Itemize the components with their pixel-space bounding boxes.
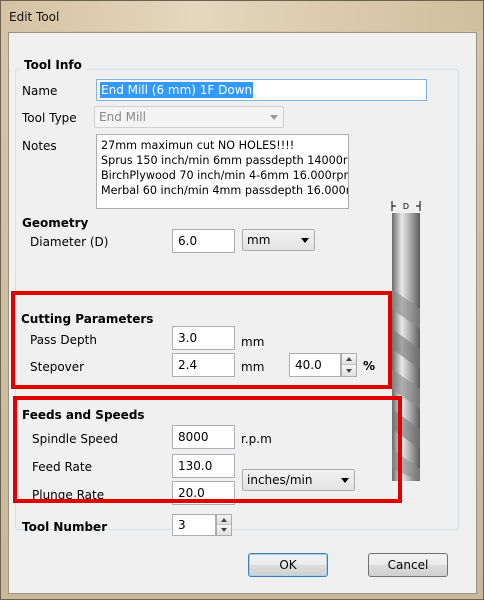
notes-line: 27mm maximun cut NO HOLES!!!! — [101, 139, 295, 152]
tool-type-value: End Mill — [99, 110, 146, 124]
tool-type-select[interactable]: End Mill — [94, 106, 284, 128]
arrow-up-icon — [221, 517, 227, 522]
tool-number-input[interactable]: 3 — [172, 514, 216, 536]
name-input[interactable]: End Mill (6 mm) 1F Down — [96, 79, 427, 101]
tool-number-label: Tool Number — [22, 520, 108, 534]
geometry-heading: Geometry — [22, 216, 89, 230]
tool-info-heading: Tool Info — [20, 58, 86, 72]
tool-type-label: Tool Type — [22, 111, 77, 125]
cancel-button[interactable]: Cancel — [368, 553, 448, 577]
diameter-input[interactable]: 6.0 — [172, 229, 235, 253]
arrow-down-icon — [221, 528, 227, 532]
tool-number-stepper[interactable] — [216, 514, 232, 536]
name-input-value: End Mill (6 mm) 1F Down — [100, 82, 254, 98]
chevron-down-icon — [301, 238, 309, 243]
title-bar[interactable]: Edit Tool — [1, 1, 483, 31]
notes-textarea[interactable]: 27mm maximun cut NO HOLES!!!! Sprus 150 … — [96, 134, 349, 209]
edit-tool-window: Edit Tool Tool Info Name End Mill (6 mm)… — [0, 0, 484, 600]
window-title: Edit Tool — [9, 10, 60, 24]
spin-down-button[interactable] — [217, 525, 231, 535]
notes-label: Notes — [22, 139, 57, 153]
diameter-unit-select[interactable]: mm — [242, 229, 315, 251]
spin-up-button[interactable] — [217, 515, 231, 525]
cutting-parameters-highlight — [11, 291, 392, 389]
notes-line: BirchPlywood 70 inch/min 4-6mm 16.000rpm — [101, 169, 349, 182]
feeds-speeds-highlight — [13, 396, 402, 503]
diameter-diagram-label: D — [403, 202, 409, 211]
ok-button[interactable]: OK — [248, 553, 328, 577]
name-label: Name — [22, 84, 58, 98]
diameter-unit-value: mm — [247, 233, 271, 247]
notes-line: Sprus 150 inch/min 6mm passdepth 14000rp… — [101, 154, 349, 167]
notes-line: Merbal 60 inch/min 4mm passdepth 16.000r… — [101, 184, 349, 197]
diameter-label: Diameter (D) — [30, 235, 109, 249]
chevron-down-icon — [270, 115, 278, 120]
